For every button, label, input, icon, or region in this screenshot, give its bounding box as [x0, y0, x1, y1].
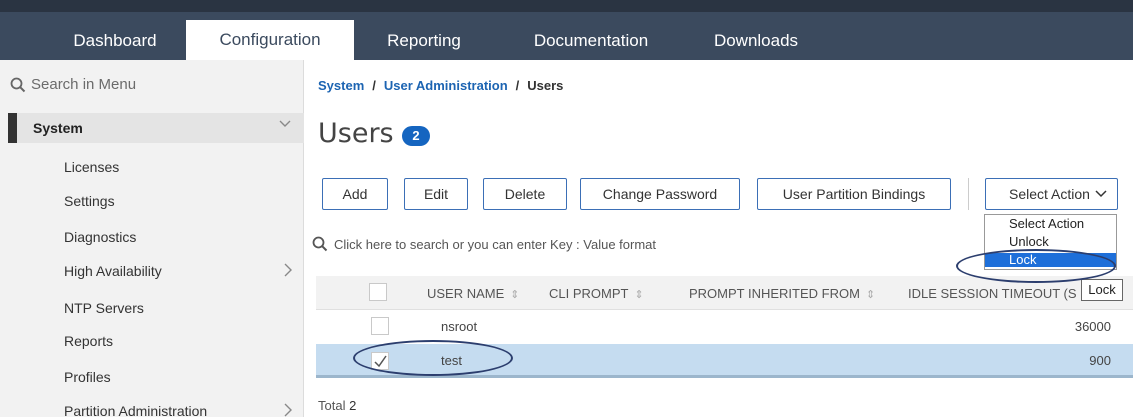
- tab-documentation[interactable]: Documentation: [505, 22, 677, 60]
- breadcrumb-separator: /: [515, 78, 520, 93]
- select-action-menu: Select Action Unlock Lock: [984, 214, 1117, 270]
- tab-reporting[interactable]: Reporting: [370, 22, 478, 60]
- count-badge: 2: [402, 126, 430, 146]
- cell-user-name: nsroot: [441, 319, 478, 334]
- sidebar-item-ntp-servers[interactable]: NTP Servers: [64, 300, 144, 316]
- top-strip: [0, 0, 1133, 12]
- column-header-idle-session-timeout[interactable]: IDLE SESSION TIMEOUT (S: [908, 286, 1077, 301]
- user-partition-bindings-button[interactable]: User Partition Bindings: [757, 178, 951, 210]
- table-search[interactable]: Click here to search or you can enter Ke…: [312, 236, 656, 252]
- sidebar-item-partition-administration[interactable]: Partition Administration: [64, 403, 292, 417]
- column-label: PROMPT INHERITED FROM: [689, 286, 860, 301]
- sort-icon: ⇕: [865, 289, 876, 301]
- breadcrumb-system[interactable]: System: [318, 78, 364, 93]
- search-icon: [312, 236, 328, 252]
- sidebar-item-settings[interactable]: Settings: [64, 193, 115, 209]
- chevron-down-icon: [1095, 190, 1107, 198]
- column-label: USER NAME: [427, 286, 505, 301]
- sidebar-section-label: System: [33, 120, 83, 136]
- sidebar-section-system[interactable]: System: [8, 113, 304, 143]
- tooltip: Lock: [1081, 279, 1123, 301]
- chevron-down-icon: [279, 120, 291, 127]
- cell-idle-timeout: 900: [1089, 353, 1111, 368]
- column-label: CLI PROMPT: [549, 286, 629, 301]
- menu-item-select-action[interactable]: Select Action: [985, 217, 1116, 231]
- sidebar-search-placeholder: Search in Menu: [31, 76, 137, 93]
- sidebar-search[interactable]: Search in Menu: [10, 76, 136, 93]
- row-checkbox-checked[interactable]: [371, 352, 389, 370]
- total-count: Total 2: [318, 398, 356, 413]
- change-password-button[interactable]: Change Password: [580, 178, 740, 210]
- add-button[interactable]: Add: [322, 178, 388, 210]
- delete-button[interactable]: Delete: [483, 178, 567, 210]
- select-action-label: Select Action: [1009, 186, 1090, 202]
- select-action-dropdown[interactable]: Select Action: [985, 178, 1118, 210]
- edit-button[interactable]: Edit: [404, 178, 468, 210]
- checkmark-icon: [374, 355, 387, 368]
- toolbar-divider: [968, 178, 969, 210]
- tab-dashboard[interactable]: Dashboard: [44, 22, 186, 60]
- table-row-selected[interactable]: test 900: [316, 344, 1133, 378]
- breadcrumb: System / User Administration / Users: [318, 78, 563, 93]
- sidebar-item-label: High Availability: [64, 263, 162, 279]
- sidebar-item-diagnostics[interactable]: Diagnostics: [64, 229, 136, 245]
- column-header-cli-prompt[interactable]: CLI PROMPT ⇕: [549, 286, 644, 301]
- table-row[interactable]: nsroot 36000: [316, 310, 1133, 344]
- breadcrumb-user-administration[interactable]: User Administration: [384, 78, 508, 93]
- row-checkbox[interactable]: [371, 317, 389, 335]
- cell-idle-timeout: 36000: [1074, 319, 1111, 334]
- total-label: Total: [318, 398, 346, 413]
- table-search-placeholder: Click here to search or you can enter Ke…: [334, 236, 657, 252]
- sidebar: Search in Menu System Licenses Settings …: [0, 60, 304, 417]
- breadcrumb-users: Users: [527, 78, 564, 93]
- top-navigation: Dashboard Configuration Reporting Docume…: [0, 0, 1133, 60]
- tab-downloads[interactable]: Downloads: [697, 22, 815, 60]
- column-label: IDLE SESSION TIMEOUT (S: [908, 286, 1077, 301]
- chevron-right-icon: [284, 263, 292, 277]
- table-header: USER NAME ⇕ CLI PROMPT ⇕ PROMPT INHERITED …: [316, 276, 1133, 310]
- page-title: Users: [318, 118, 394, 149]
- sort-icon: ⇕: [634, 289, 644, 301]
- cell-user-name: test: [441, 353, 462, 368]
- select-all-checkbox[interactable]: [369, 283, 387, 301]
- search-icon: [10, 77, 26, 92]
- column-header-prompt-inherited-from[interactable]: PROMPT INHERITED FROM ⇕: [689, 286, 875, 301]
- sidebar-item-profiles[interactable]: Profiles: [64, 369, 111, 385]
- sidebar-item-label: Partition Administration: [64, 403, 208, 417]
- total-value: 2: [349, 398, 357, 413]
- column-header-user-name[interactable]: USER NAME ⇕: [427, 286, 520, 301]
- sidebar-item-licenses[interactable]: Licenses: [64, 159, 119, 175]
- sort-icon: ⇕: [510, 289, 520, 301]
- sidebar-item-high-availability[interactable]: High Availability: [64, 263, 292, 279]
- menu-item-lock[interactable]: Lock: [985, 253, 1116, 267]
- chevron-right-icon: [284, 403, 292, 417]
- breadcrumb-separator: /: [372, 78, 376, 93]
- sidebar-item-reports[interactable]: Reports: [64, 333, 113, 349]
- tab-configuration[interactable]: Configuration: [186, 20, 354, 60]
- menu-item-unlock[interactable]: Unlock: [985, 235, 1116, 249]
